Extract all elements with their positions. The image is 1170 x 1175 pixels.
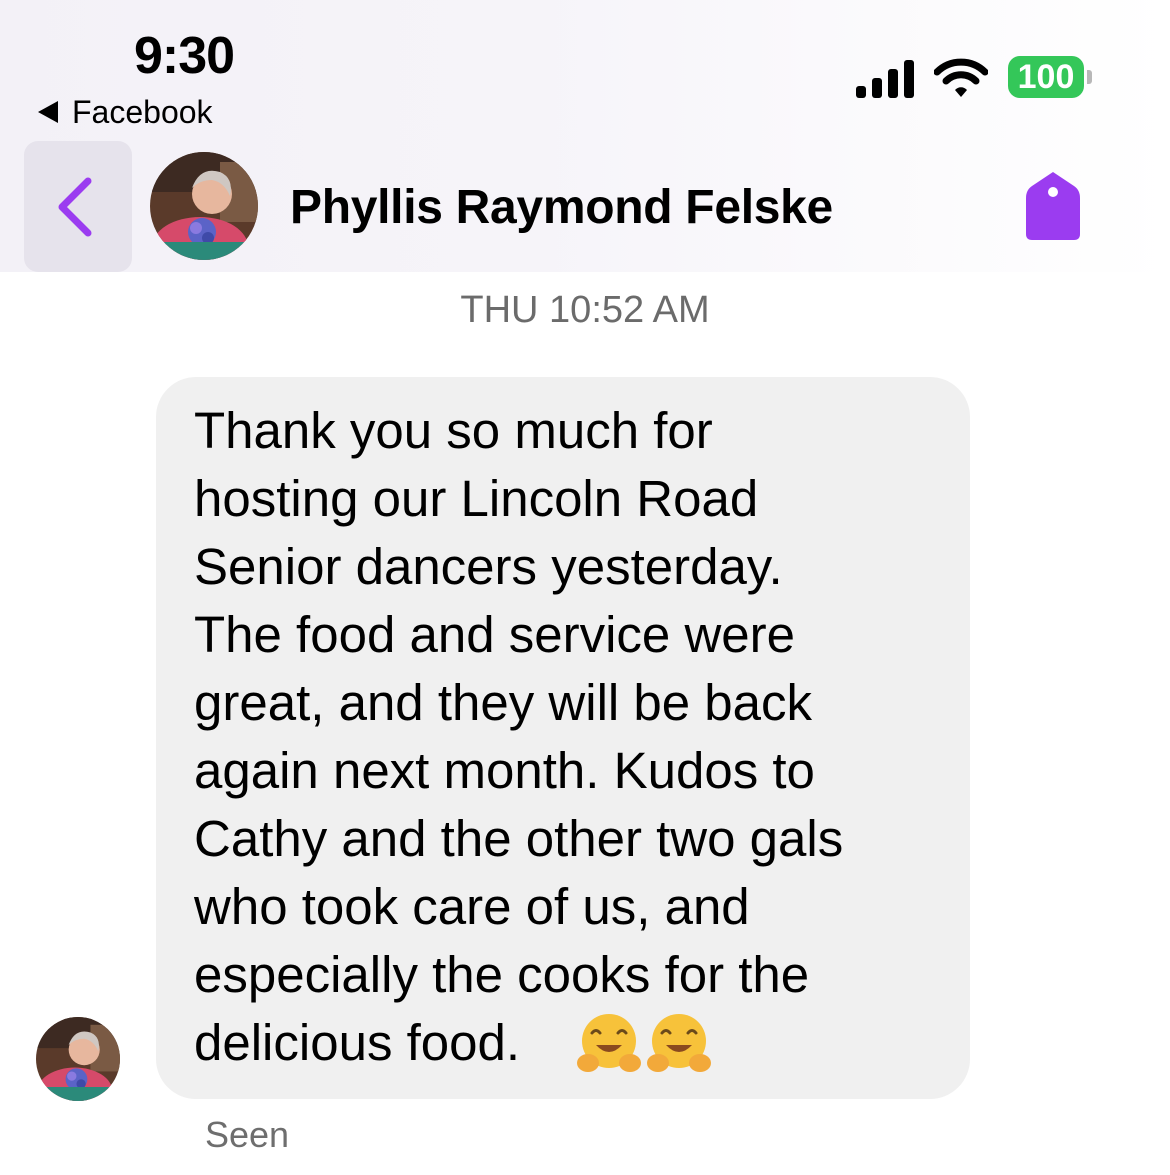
wifi-icon xyxy=(933,57,989,99)
chevron-left-icon xyxy=(58,177,92,237)
back-triangle-icon xyxy=(38,101,58,123)
message-timestamp: THU 10:52 AM xyxy=(460,289,710,331)
message-bubble[interactable]: Thank you so much for hosting our Lincol… xyxy=(156,377,970,1099)
contact-avatar[interactable] xyxy=(150,152,258,260)
back-to-app-label: Facebook xyxy=(72,94,213,130)
sender-avatar[interactable] xyxy=(36,1017,120,1101)
read-receipt: Seen xyxy=(205,1114,290,1155)
hugging-face-emoji xyxy=(576,1011,642,1077)
tag-icon xyxy=(1026,172,1080,240)
back-button[interactable] xyxy=(24,141,132,272)
status-time: 9:30 xyxy=(134,27,235,85)
tag-button[interactable] xyxy=(1024,170,1082,242)
emoji-row xyxy=(576,1011,712,1077)
battery-cap xyxy=(1087,70,1092,84)
cellular-signal-icon xyxy=(856,58,914,98)
battery-indicator: 100 xyxy=(1008,56,1084,98)
hugging-face-emoji xyxy=(646,1011,712,1077)
back-to-app-link[interactable]: Facebook xyxy=(38,92,213,132)
contact-name[interactable]: Phyllis Raymond Felske xyxy=(290,180,833,236)
message-text: Thank you so much for hosting our Lincol… xyxy=(194,402,844,1071)
